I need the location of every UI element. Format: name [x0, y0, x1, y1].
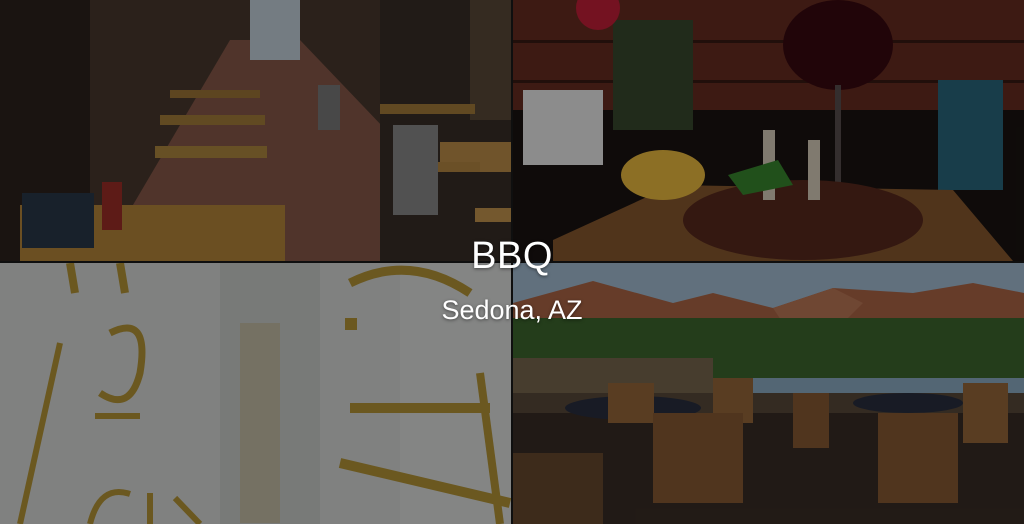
- glass-door-photo: [0, 263, 511, 524]
- photo-collage[interactable]: [0, 0, 1024, 524]
- indoor-dining-photo: [0, 0, 511, 261]
- patio-view-photo: [513, 263, 1024, 524]
- food-plate-photo: [513, 0, 1024, 261]
